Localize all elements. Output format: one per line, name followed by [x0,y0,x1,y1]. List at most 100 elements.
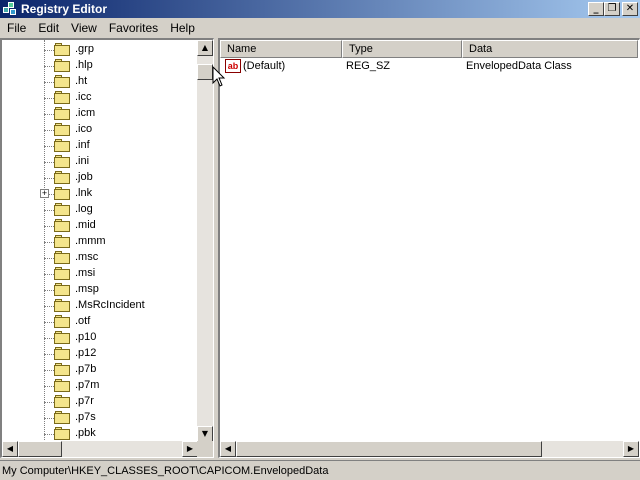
tree-connector-line [44,226,54,227]
tree-item-label: .icc [75,91,92,103]
tree-item[interactable]: .mmm [2,234,198,250]
tree-item[interactable]: .p7m [2,378,198,394]
tree-item[interactable]: .mid [2,218,198,234]
tree-item[interactable]: .p7r [2,394,198,410]
tree-connector-line [44,66,54,67]
scroll-right-button[interactable]: ▶ [623,441,639,457]
menu-edit[interactable]: Edit [32,21,65,35]
scroll-up-button[interactable]: ▲ [197,40,213,56]
tree-item[interactable]: .p7b [2,362,198,378]
scroll-thumb[interactable] [197,64,213,80]
scroll-right-button[interactable]: ▶ [182,441,198,457]
tree-connector-line [44,322,54,323]
folder-icon [54,139,70,152]
tree-connector-line [44,306,54,307]
tree-connector-line [44,242,54,243]
tree-item[interactable]: .log [2,202,198,218]
folder-icon [54,59,70,72]
column-header-type[interactable]: Type [342,40,462,58]
tree-connector-line [44,338,54,339]
current-key-path: My Computer\HKEY_CLASSES_ROOT\CAPICOM.En… [2,464,329,477]
folder-icon [54,187,70,200]
tree-item[interactable]: .p12 [2,346,198,362]
scroll-down-button[interactable]: ▼ [197,426,213,442]
folder-icon [54,283,70,296]
tree-item[interactable]: .ht [2,74,198,90]
minimize-button[interactable]: _ [588,2,604,16]
tree-connector-line [44,290,54,291]
folder-icon [54,219,70,232]
column-header-data[interactable]: Data [462,40,638,58]
tree-item[interactable]: .msp [2,282,198,298]
tree-item[interactable]: .p7s [2,410,198,426]
scroll-left-button[interactable]: ◀ [2,441,18,457]
folder-icon [54,347,70,360]
tree-item-label: .msp [75,283,99,295]
tree-item[interactable]: .icm [2,106,198,122]
tree-item-label: .pbk [75,427,96,439]
menu-view[interactable]: View [65,21,103,35]
folder-icon [54,155,70,168]
folder-icon [54,395,70,408]
values-list-pane[interactable]: Name Type Data ab (Default) REG_SZ Envel… [218,38,640,458]
scroll-left-button[interactable]: ◀ [220,441,236,457]
tree-item-label: .inf [75,139,90,151]
list-horizontal-scrollbar[interactable]: ◀ ▶ [220,441,639,457]
table-row[interactable]: ab (Default) REG_SZ EnvelopedData Class [220,59,638,75]
expand-icon[interactable]: + [40,189,49,198]
value-name: (Default) [243,60,286,72]
tree-item[interactable]: .msi [2,266,198,282]
tree-connector-line [44,434,54,435]
tree-item[interactable]: .otf [2,314,198,330]
restore-button[interactable]: ❐ [604,2,620,16]
tree-item[interactable]: .grp [2,42,198,58]
tree-item[interactable]: .icc [2,90,198,106]
menu-help[interactable]: Help [164,21,201,35]
column-header-name[interactable]: Name [220,40,342,58]
scroll-thumb[interactable] [236,441,542,457]
tree-connector-line [44,418,54,419]
tree-item-label: .msc [75,251,99,263]
tree-horizontal-scrollbar[interactable]: ◀ ▶ [2,441,198,457]
folder-icon [54,43,70,56]
tree-item[interactable]: .msc [2,250,198,266]
tree-connector-line [44,210,54,211]
tree-item-label: .p7r [75,395,94,407]
tree-vertical-scrollbar[interactable]: ▲ ▼ [197,40,213,442]
tree-item-label: .ht [75,75,88,87]
folder-icon [54,411,70,424]
folder-icon [54,331,70,344]
tree-connector-line [44,98,54,99]
tree-item[interactable]: .p10 [2,330,198,346]
tree-item-label: .p7m [75,379,100,391]
tree-item[interactable]: .job [2,170,198,186]
tree-item[interactable]: .pbk [2,426,198,442]
tree-item[interactable]: .MsRcIncident [2,298,198,314]
column-header-row: Name Type Data [220,40,638,58]
tree-item-label: .msi [75,267,96,279]
tree-item-label: .grp [75,43,94,55]
tree-item[interactable]: .hlp [2,58,198,74]
scroll-corner [197,441,213,457]
tree-item[interactable]: .ico [2,122,198,138]
string-value-icon: ab [225,59,241,73]
registry-editor-icon [2,1,18,17]
menu-favorites[interactable]: Favorites [103,21,164,35]
tree-item[interactable]: + .lnk [2,186,198,202]
key-tree-pane[interactable]: .grp .hlp .ht .icc .icm .ico .inf .ini .job + .lnk… [0,38,214,458]
folder-icon [54,123,70,136]
tree-item[interactable]: .inf [2,138,198,154]
menu-bar: File Edit View Favorites Help [0,18,640,37]
close-button[interactable]: ✕ [622,2,638,16]
tree-item-label: .MsRcIncident [75,299,145,311]
tree-item-label: .p7s [75,411,96,423]
menu-file[interactable]: File [1,21,32,35]
tree-connector-line [44,82,54,83]
tree-item-label: .ico [75,123,93,135]
folder-icon [54,107,70,120]
folder-icon [54,379,70,392]
scroll-thumb[interactable] [18,441,62,457]
folder-icon [54,251,70,264]
tree-item[interactable]: .ini [2,154,198,170]
tree-item-label: .log [75,203,93,215]
